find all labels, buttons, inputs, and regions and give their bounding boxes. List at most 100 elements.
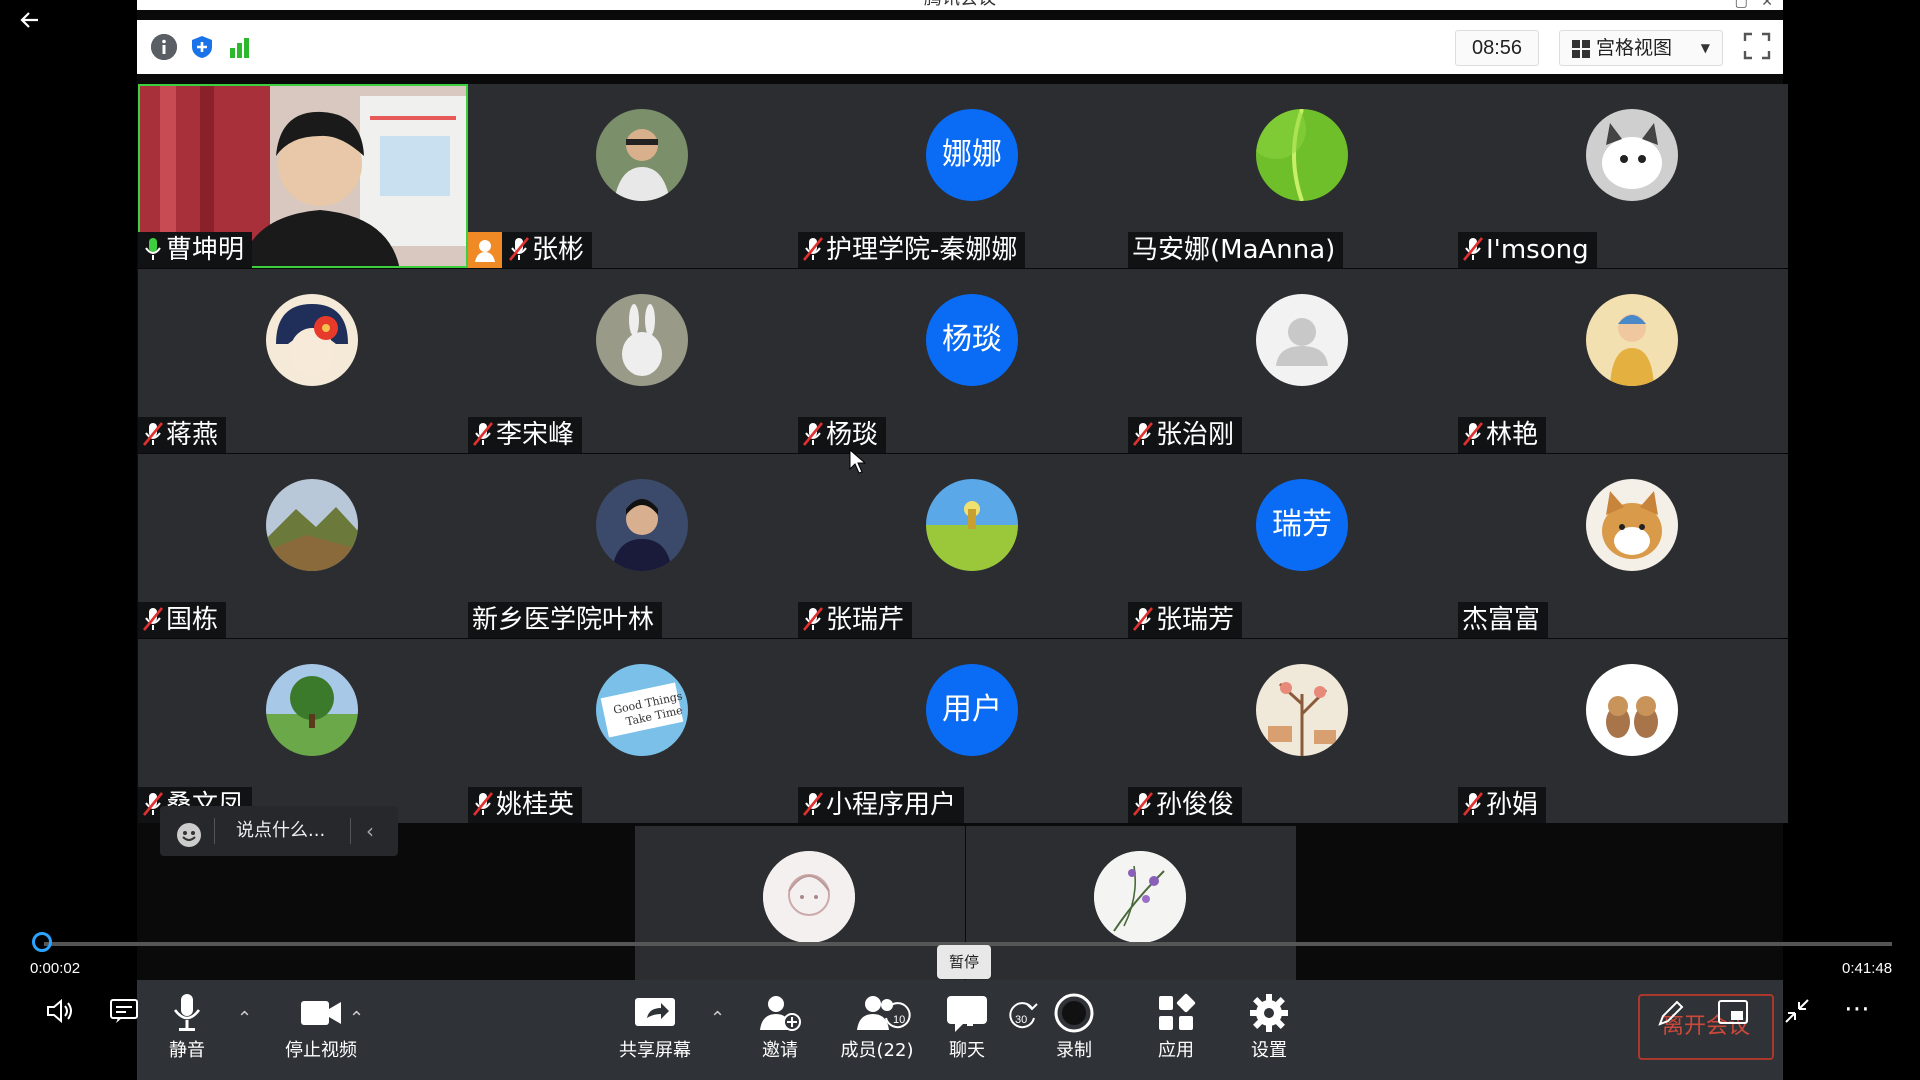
participant-avatar: [266, 664, 358, 756]
microphone-muted-icon: [802, 605, 826, 635]
participant-name-tag: 张治刚: [1128, 417, 1243, 453]
signal-stats-icon[interactable]: [227, 34, 253, 60]
apps-button[interactable]: 应用: [1136, 992, 1216, 1062]
participant-tile[interactable]: 瑞芳张瑞芳: [1128, 454, 1458, 638]
playback-progress-knob[interactable]: [32, 932, 52, 952]
pen-edit-icon[interactable]: [1656, 998, 1686, 1034]
participant-avatar: [926, 479, 1018, 571]
divider: [350, 818, 351, 844]
microphone-muted-icon: [802, 420, 826, 450]
participant-name-tag: 国栋: [138, 602, 227, 638]
participant-avatar: [1586, 109, 1678, 201]
microphone-muted-icon: [1132, 605, 1156, 635]
picture-in-picture-icon[interactable]: [1718, 1000, 1748, 1032]
back-arrow-icon[interactable]: [18, 8, 42, 32]
subtitles-icon[interactable]: [110, 998, 138, 1030]
participant-avatar: 用户: [926, 664, 1018, 756]
grid-view-icon: [1572, 40, 1590, 58]
participant-name: 李宋峰: [496, 420, 575, 450]
invite-label: 邀请: [762, 1040, 798, 1061]
more-options-icon[interactable]: ⋯: [1844, 994, 1870, 1024]
chat-input-pill[interactable]: 说点什么... ‹: [160, 806, 398, 856]
video-camera-icon: [299, 992, 343, 1034]
volume-icon[interactable]: [46, 998, 76, 1030]
participant-name: 林艳: [1486, 420, 1539, 450]
video-options-chevron-icon[interactable]: ⌃: [349, 1008, 364, 1029]
pause-icon[interactable]: [946, 996, 982, 1038]
record-button[interactable]: 录制: [1034, 992, 1114, 1062]
participant-tile[interactable]: 张治刚: [1128, 269, 1458, 453]
participant-name: I'msong: [1486, 235, 1589, 265]
avatar-sketch-girl: [763, 851, 855, 943]
participant-tile[interactable]: 杰富富: [1458, 454, 1788, 638]
close-icon[interactable]: ✕: [1761, 0, 1773, 10]
participant-name: 张瑞芳: [1156, 605, 1235, 635]
chat-label: 聊天: [949, 1040, 985, 1061]
participant-name-tag: 杨琰: [798, 417, 887, 453]
participant-tile[interactable]: 杨琰 杨琰: [798, 269, 1128, 453]
apps-grid-icon: [1154, 992, 1198, 1034]
microphone-muted-icon: [1462, 790, 1486, 820]
microphone-icon: [165, 992, 209, 1034]
share-screen-button[interactable]: 共享屏幕: [605, 992, 705, 1062]
mute-button[interactable]: 静音: [147, 992, 227, 1062]
mute-options-chevron-icon[interactable]: ⌃: [237, 1008, 252, 1029]
settings-button[interactable]: 设置: [1229, 992, 1309, 1062]
collapse-chevron-icon[interactable]: ‹: [366, 806, 374, 856]
rewind-icon[interactable]: 10: [880, 998, 914, 1038]
chat-input[interactable]: 说点什么...: [236, 806, 325, 856]
participant-avatar: 娜娜: [926, 109, 1018, 201]
apps-label: 应用: [1158, 1040, 1194, 1061]
person-share-icon: [468, 232, 502, 268]
screen: { "window": { "title": "腾讯会议" }, "top_to…: [0, 0, 1920, 1080]
microphone-muted-icon: [472, 420, 496, 450]
exit-fullscreen-icon[interactable]: [1782, 996, 1812, 1032]
participant-tile[interactable]: 马安娜(MaAnna): [1128, 84, 1458, 268]
participant-avatar: [596, 479, 688, 571]
participant-tile[interactable]: 张彬: [468, 84, 798, 268]
participant-tile[interactable]: 用户 小程序用户: [798, 639, 1128, 823]
participant-tile-overflow-2[interactable]: [966, 826, 1296, 986]
meeting-timer: 08:56: [1455, 30, 1539, 66]
participant-avatar: [596, 294, 688, 386]
participant-avatar: 瑞芳: [1256, 479, 1348, 571]
participant-tile-overflow-1[interactable]: [635, 826, 965, 986]
meeting-window: 腾讯会议 ▢ ✕ 08:56 宫格视图 ▼ 曹坤明张彬娜娜护理学院-秦娜娜马安娜…: [137, 0, 1788, 1080]
participant-tile[interactable]: 娜娜 护理学院-秦娜娜: [798, 84, 1128, 268]
participant-tile[interactable]: 孙娟: [1458, 639, 1788, 823]
invite-button[interactable]: 邀请: [740, 992, 820, 1062]
participant-tile[interactable]: 孙俊俊: [1128, 639, 1458, 823]
window-controls[interactable]: ▢ ✕: [1735, 0, 1773, 10]
participant-tile[interactable]: I'msong: [1458, 84, 1788, 268]
divider: [214, 818, 215, 844]
participant-name-tag: 杰富富: [1458, 602, 1549, 638]
microphone-muted-icon: [142, 420, 166, 450]
share-options-chevron-icon[interactable]: ⌃: [710, 1008, 725, 1029]
participant-tile[interactable]: Good Things Take Time 姚桂英: [468, 639, 798, 823]
info-icon[interactable]: [151, 34, 177, 60]
current-time: 0:00:02: [30, 960, 81, 977]
participant-tile[interactable]: 蒋燕: [138, 269, 468, 453]
maximize-icon[interactable]: ▢: [1735, 0, 1748, 10]
forward-icon[interactable]: 30: [1006, 998, 1040, 1038]
security-shield-icon[interactable]: [189, 34, 215, 60]
participant-name-tag: 姚桂英: [468, 787, 583, 823]
participant-avatar: 杨琰: [926, 294, 1018, 386]
emoji-icon[interactable]: [176, 818, 202, 868]
participant-name-tag: 李宋峰: [468, 417, 583, 453]
view-mode-dropdown[interactable]: 宫格视图 ▼: [1559, 30, 1723, 66]
participant-tile[interactable]: 桑文凤: [138, 639, 468, 823]
participant-name-tag: 张彬: [468, 232, 593, 268]
participant-tile[interactable]: 林艳: [1458, 269, 1788, 453]
participant-tile[interactable]: 国栋: [138, 454, 468, 638]
participant-tile[interactable]: 李宋峰: [468, 269, 798, 453]
participant-tile[interactable]: 张瑞芹: [798, 454, 1128, 638]
avatar-orchid: [1094, 851, 1186, 943]
participant-name-tag: I'msong: [1458, 232, 1597, 268]
participant-tile[interactable]: 曹坤明: [138, 84, 468, 268]
participant-tile[interactable]: 新乡医学院叶林: [468, 454, 798, 638]
fullscreen-icon[interactable]: [1743, 32, 1771, 60]
view-mode-label: 宫格视图: [1596, 37, 1673, 59]
forward-seconds: 30: [1015, 1014, 1027, 1026]
record-label: 录制: [1056, 1040, 1092, 1061]
